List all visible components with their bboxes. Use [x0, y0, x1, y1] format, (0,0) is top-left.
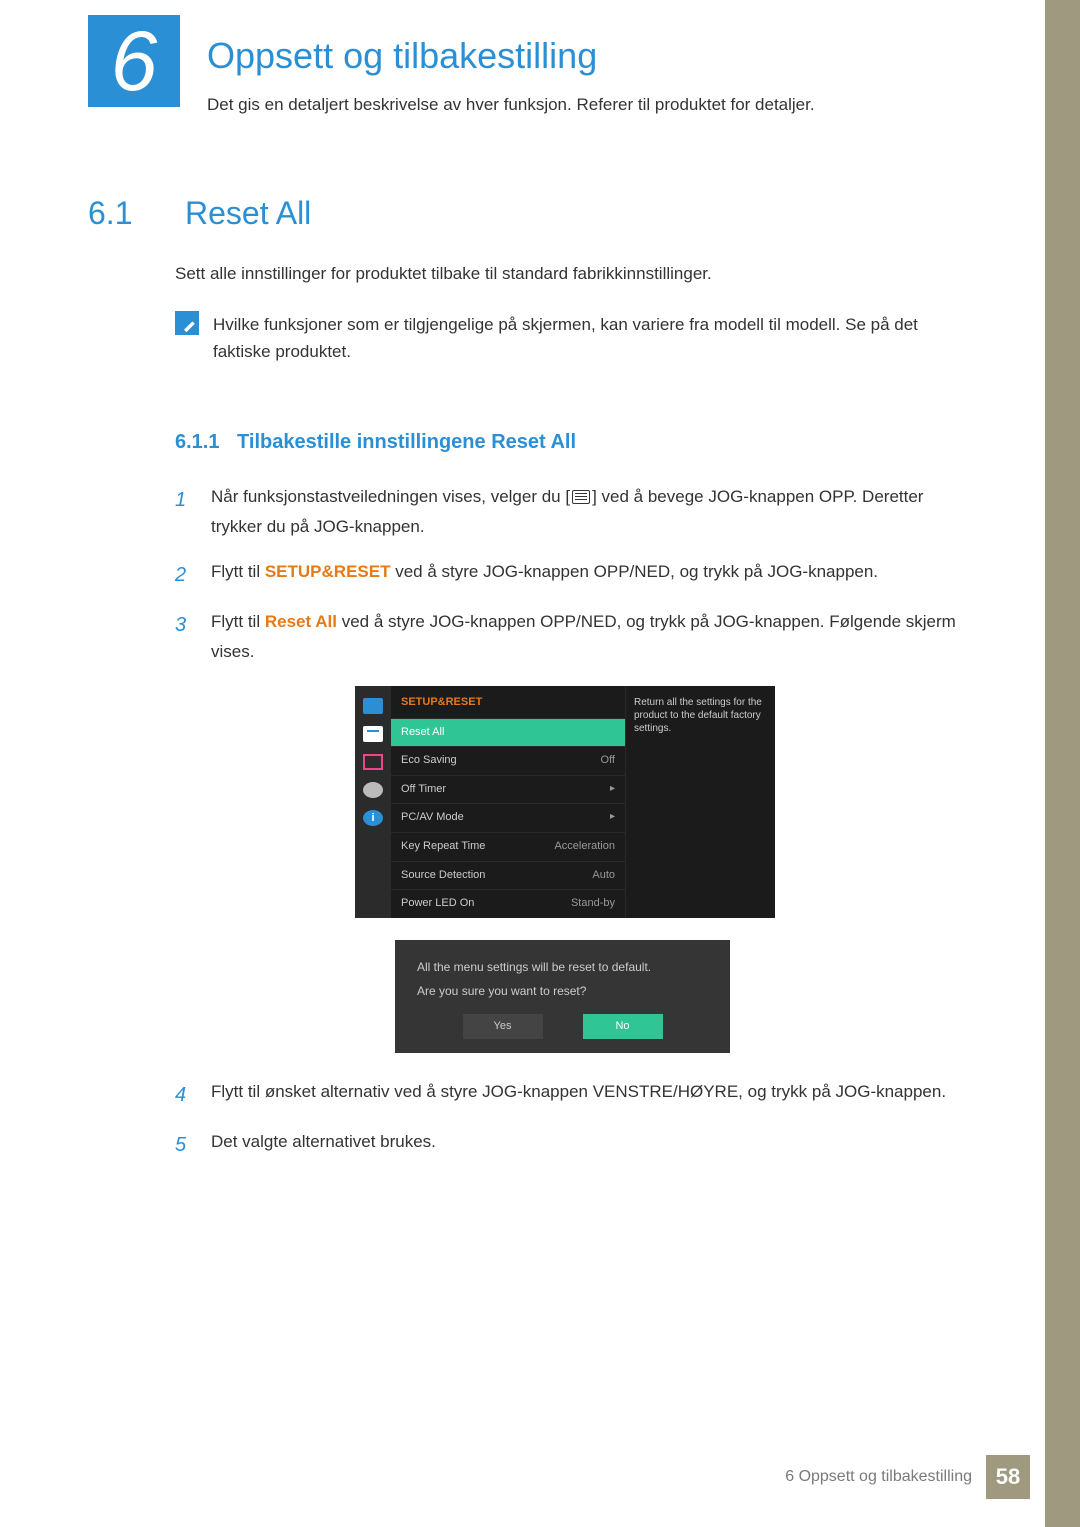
chapter-badge: 6: [88, 15, 180, 107]
osd-row: Key Repeat Time Acceleration: [391, 832, 625, 861]
osd-row-arrow: ▸: [610, 781, 615, 799]
side-stripe: [1045, 0, 1080, 1527]
osd-row-label: Source Detection: [401, 867, 485, 885]
osd-row-value: Off: [601, 752, 615, 770]
section-intro: Sett alle innstillinger for produktet ti…: [175, 260, 965, 287]
step-number: 5: [175, 1127, 193, 1163]
steps-list-cont: 4 Flytt til ønsket alternativ ved å styr…: [175, 1077, 965, 1163]
osd-panel: i SETUP&RESET Reset All Eco Saving Off O…: [355, 686, 775, 918]
yes-button: Yes: [463, 1014, 543, 1040]
no-button: No: [583, 1014, 663, 1040]
step-number: 1: [175, 482, 193, 543]
dialog-line1: All the menu settings will be reset to d…: [417, 958, 708, 976]
display-icon: [363, 698, 383, 714]
osd-row-label: Key Repeat Time: [401, 838, 485, 856]
subsection-header: 6.1.1 Tilbakestille innstillingene Reset…: [175, 426, 965, 458]
osd-row-value: Acceleration: [554, 838, 615, 856]
footer: 6 Oppsett og tilbakestilling 58: [0, 1455, 1080, 1499]
osd-row-label: PC/AV Mode: [401, 809, 464, 827]
osd-row: Source Detection Auto: [391, 861, 625, 890]
section-number: 6.1: [88, 195, 132, 232]
step-3: 3 Flytt til Reset All ved å styre JOG-kn…: [175, 607, 965, 668]
chapter-subtitle: Det gis en detaljert beskrivelse av hver…: [207, 95, 815, 115]
step-2: 2 Flytt til SETUP&RESET ved å styre JOG-…: [175, 557, 965, 593]
step-text: Flytt til ønsket alternativ ved å styre …: [211, 1077, 946, 1113]
image-icon: [363, 726, 383, 742]
steps-list: 1 Når funksjonstastveiledningen vises, v…: [175, 482, 965, 668]
chapter-title: Oppsett og tilbakestilling: [207, 35, 597, 77]
osd-row: Eco Saving Off: [391, 746, 625, 775]
section-body: Sett alle innstillinger for produktet ti…: [175, 260, 965, 1177]
osd-row-value: Stand-by: [571, 895, 615, 913]
osd-row-value: Auto: [592, 867, 615, 885]
osd-row: PC/AV Mode ▸: [391, 803, 625, 832]
dialog-line2: Are you sure you want to reset?: [417, 982, 708, 1000]
step-text: Når funksjonstastveiledningen vises, vel…: [211, 482, 965, 543]
footer-page: 58: [986, 1455, 1030, 1499]
step-text: Flytt til SETUP&RESET ved å styre JOG-kn…: [211, 557, 878, 593]
osd-header: SETUP&RESET: [391, 686, 625, 718]
osd-sidebar-icons: i: [355, 686, 391, 918]
osd-row-label: Power LED On: [401, 895, 474, 913]
subsection-number: 6.1.1: [175, 431, 219, 453]
step-5: 5 Det valgte alternativet brukes.: [175, 1127, 965, 1163]
osd-row-arrow: ▸: [610, 809, 615, 827]
step-text: Det valgte alternativet brukes.: [211, 1127, 436, 1163]
osd-row: Off Timer ▸: [391, 775, 625, 804]
osd-row-selected: Reset All: [391, 718, 625, 747]
note-icon: [175, 311, 199, 335]
note-row: Hvilke funksjoner som er tilgjengelige p…: [175, 311, 965, 365]
menu-icon: [572, 490, 590, 504]
osd-row-label: Off Timer: [401, 781, 446, 799]
osd-row: Power LED On Stand-by: [391, 889, 625, 918]
dialog-buttons: Yes No: [417, 1014, 708, 1040]
osd-mockup: i SETUP&RESET Reset All Eco Saving Off O…: [355, 686, 775, 1053]
gear-icon: [363, 782, 383, 798]
osd-row-label: Eco Saving: [401, 752, 457, 770]
step-number: 4: [175, 1077, 193, 1113]
subsection-title: Tilbakestille innstillingene Reset All: [237, 431, 576, 453]
step-number: 3: [175, 607, 193, 668]
size-icon: [363, 754, 383, 770]
osd-row-label: Reset All: [401, 724, 444, 742]
step-number: 2: [175, 557, 193, 593]
step-text: Flytt til Reset All ved å styre JOG-knap…: [211, 607, 965, 668]
footer-text: 6 Oppsett og tilbakestilling: [785, 1468, 972, 1486]
chapter-number: 6: [111, 19, 158, 103]
step-4: 4 Flytt til ønsket alternativ ved å styr…: [175, 1077, 965, 1113]
osd-dialog: All the menu settings will be reset to d…: [395, 940, 730, 1054]
section-title: Reset All: [185, 195, 311, 232]
osd-help-text: Return all the settings for the product …: [625, 686, 775, 918]
info-icon: i: [363, 810, 383, 826]
step-1: 1 Når funksjonstastveiledningen vises, v…: [175, 482, 965, 543]
osd-menu: SETUP&RESET Reset All Eco Saving Off Off…: [391, 686, 625, 918]
note-text: Hvilke funksjoner som er tilgjengelige p…: [213, 311, 965, 365]
